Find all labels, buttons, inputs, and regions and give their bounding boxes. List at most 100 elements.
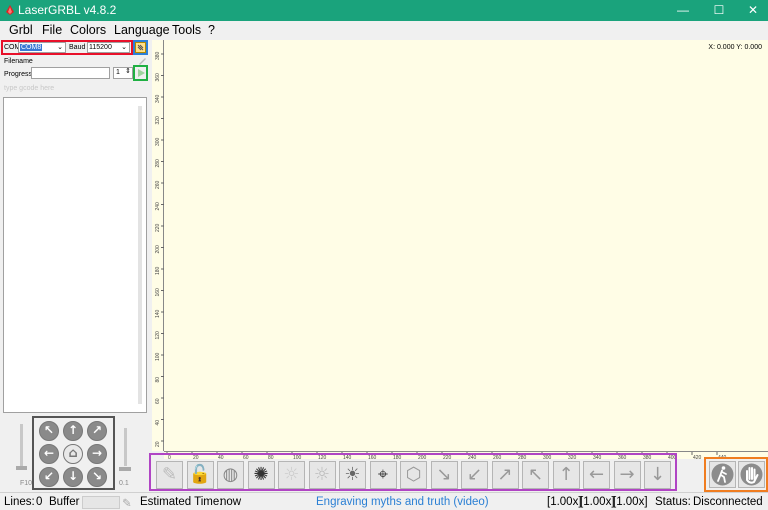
jog-sw-tool-button[interactable]: ↙ xyxy=(461,461,488,489)
vertical-ruler: 380 360 340 320 300 280 260 240 220 200 180 160 140 1… xyxy=(152,40,164,451)
arrow-up-left-icon: ↖ xyxy=(527,464,544,485)
command-log[interactable] xyxy=(3,97,147,413)
jog-w-button[interactable]: ← xyxy=(39,444,59,464)
baud-value: 115200 xyxy=(89,44,112,51)
laser-low-button[interactable]: ☼ xyxy=(308,461,336,489)
arrow-up-icon: ↑ xyxy=(67,423,79,437)
y-ruler-label: 260 xyxy=(155,180,161,189)
jog-nw-tool-button[interactable]: ↖ xyxy=(522,461,549,489)
speed-slider-track[interactable] xyxy=(20,424,23,468)
unlock-button[interactable]: 🔓 xyxy=(186,461,214,489)
vertical-ruler-ticks: 380 360 340 320 300 280 260 240 220 200 180 160 140 1… xyxy=(155,51,164,447)
arrow-down-left-icon: ↙ xyxy=(43,469,55,483)
menu-file[interactable]: File xyxy=(42,23,62,37)
arrow-up-right-icon: ↗ xyxy=(91,423,103,437)
status-bar: Lines: 0 Buffer ✎ Estimated Time: now En… xyxy=(0,492,768,510)
arrow-left-icon: ← xyxy=(43,446,55,460)
baud-select[interactable]: 115200 ⌄ xyxy=(87,42,130,53)
coordinates-readout: X: 0.000 Y: 0.000 xyxy=(708,44,762,51)
jog-ne-button[interactable]: ↗ xyxy=(87,421,107,441)
y-ruler-label: 80 xyxy=(155,377,161,383)
close-button[interactable]: ✕ xyxy=(734,0,768,21)
jog-right-tool-button[interactable]: → xyxy=(613,461,641,489)
y-ruler-label: 120 xyxy=(155,331,161,340)
jog-se-button[interactable]: ↘ xyxy=(87,467,107,487)
step-slider-track[interactable] xyxy=(124,428,127,466)
jog-left-tool-button[interactable]: ← xyxy=(583,461,610,489)
laser-on-button[interactable]: ☀ xyxy=(339,461,366,489)
arrow-down-right-icon: ↘ xyxy=(91,469,103,483)
y-ruler-label: 380 xyxy=(155,51,161,60)
menu-colors[interactable]: Colors xyxy=(70,23,106,37)
override-feed[interactable]: [1.00x] xyxy=(547,496,582,508)
arrow-right-icon: → xyxy=(91,446,103,460)
menu-language[interactable]: Language xyxy=(114,23,170,37)
maximize-button[interactable]: ☐ xyxy=(700,0,738,21)
frame-button[interactable]: ⌖ xyxy=(369,461,397,489)
jog-ne-tool-button[interactable]: ↗ xyxy=(491,461,519,489)
jog-se-tool-button[interactable]: ↘ xyxy=(430,461,458,489)
laser-off-button[interactable]: ☼ xyxy=(278,461,305,489)
window-title: LaserGRBL v4.8.2 xyxy=(18,3,117,17)
title-bar: LaserGRBL v4.8.2 — ☐ ✕ xyxy=(0,0,768,21)
gcode-placeholder: type gcode here xyxy=(4,85,55,92)
laser-app-icon xyxy=(6,5,14,15)
connect-plug-icon[interactable] xyxy=(135,42,146,53)
outline-button[interactable]: ⬡ xyxy=(400,461,427,489)
y-ruler-label: 60 xyxy=(155,398,161,404)
jog-up-tool-button[interactable]: ↑ xyxy=(552,461,580,489)
preview-canvas[interactable]: X: 0.000 Y: 0.000 xyxy=(164,40,768,451)
jog-nw-button[interactable]: ↖ xyxy=(39,421,59,441)
jog-n-button[interactable]: ↑ xyxy=(63,421,83,441)
com-port-select[interactable]: COM8 ⌄ xyxy=(18,42,66,53)
y-ruler-label: 240 xyxy=(155,202,161,211)
jog-s-button[interactable]: ↓ xyxy=(63,467,83,487)
y-ruler-label: 340 xyxy=(155,94,161,103)
arrow-right-icon: → xyxy=(619,464,635,485)
unlock-walk-button[interactable] xyxy=(709,461,736,488)
minimize-button[interactable]: — xyxy=(664,0,702,21)
progress-bar xyxy=(31,67,110,79)
map-pin-icon: ⌖ xyxy=(377,464,389,485)
center-laser-button[interactable]: ✺ xyxy=(247,461,275,489)
stop-hand-button[interactable] xyxy=(738,461,765,488)
baud-label: Baud xyxy=(69,44,86,51)
homing-button[interactable]: ◍ xyxy=(217,461,244,489)
play-icon[interactable] xyxy=(136,68,146,78)
menu-tools[interactable]: Tools xyxy=(172,23,201,37)
jog-e-button[interactable]: → xyxy=(87,444,107,464)
padlock-icon: 🔓 xyxy=(188,464,212,485)
step-slider-thumb[interactable] xyxy=(119,467,131,471)
y-ruler-label: 20 xyxy=(155,441,161,447)
lines-label: Lines: xyxy=(4,496,35,508)
buffer-bar xyxy=(82,496,120,509)
arrow-up-right-icon: ↗ xyxy=(497,464,513,485)
speed-slider-thumb[interactable] xyxy=(16,466,27,470)
override-spindle[interactable]: [1.00x] xyxy=(613,496,648,508)
menu-grbl[interactable]: Grbl xyxy=(9,23,33,37)
menu-bar: Grbl File Colors Language Tools ? xyxy=(0,21,768,40)
y-ruler-label: 300 xyxy=(155,137,161,146)
y-ruler-label: 180 xyxy=(155,266,161,275)
y-ruler-label: 200 xyxy=(155,245,161,254)
override-rapid[interactable]: [1.00x] xyxy=(580,496,615,508)
open-file-icon[interactable] xyxy=(137,56,147,65)
log-scrollbar[interactable] xyxy=(138,106,142,404)
y-ruler-label: 100 xyxy=(155,352,161,361)
buffer-reset-icon[interactable]: ✎ xyxy=(122,496,132,510)
y-ruler-label: 220 xyxy=(155,223,161,232)
copies-stepper[interactable]: 1 ⇕ xyxy=(113,67,133,79)
jog-down-tool-button[interactable]: ↓ xyxy=(644,461,671,489)
reset-button[interactable]: ✎ xyxy=(156,461,183,489)
jog-sw-button[interactable]: ↙ xyxy=(39,467,59,487)
menu-help[interactable]: ? xyxy=(208,23,215,37)
chevron-down-icon: ⌄ xyxy=(57,44,63,51)
jog-home-button[interactable]: ⌂ xyxy=(63,444,83,464)
step-label: 0.1 xyxy=(119,480,129,487)
chevron-down-icon: ⌄ xyxy=(121,44,127,51)
y-ruler-label: 280 xyxy=(155,159,161,168)
gcode-input[interactable]: type gcode here xyxy=(3,84,149,95)
estimated-time-label: Estimated Time: xyxy=(140,496,223,508)
arrow-down-icon: ↓ xyxy=(649,464,666,485)
engraving-video-link[interactable]: Engraving myths and truth (video) xyxy=(316,496,489,508)
